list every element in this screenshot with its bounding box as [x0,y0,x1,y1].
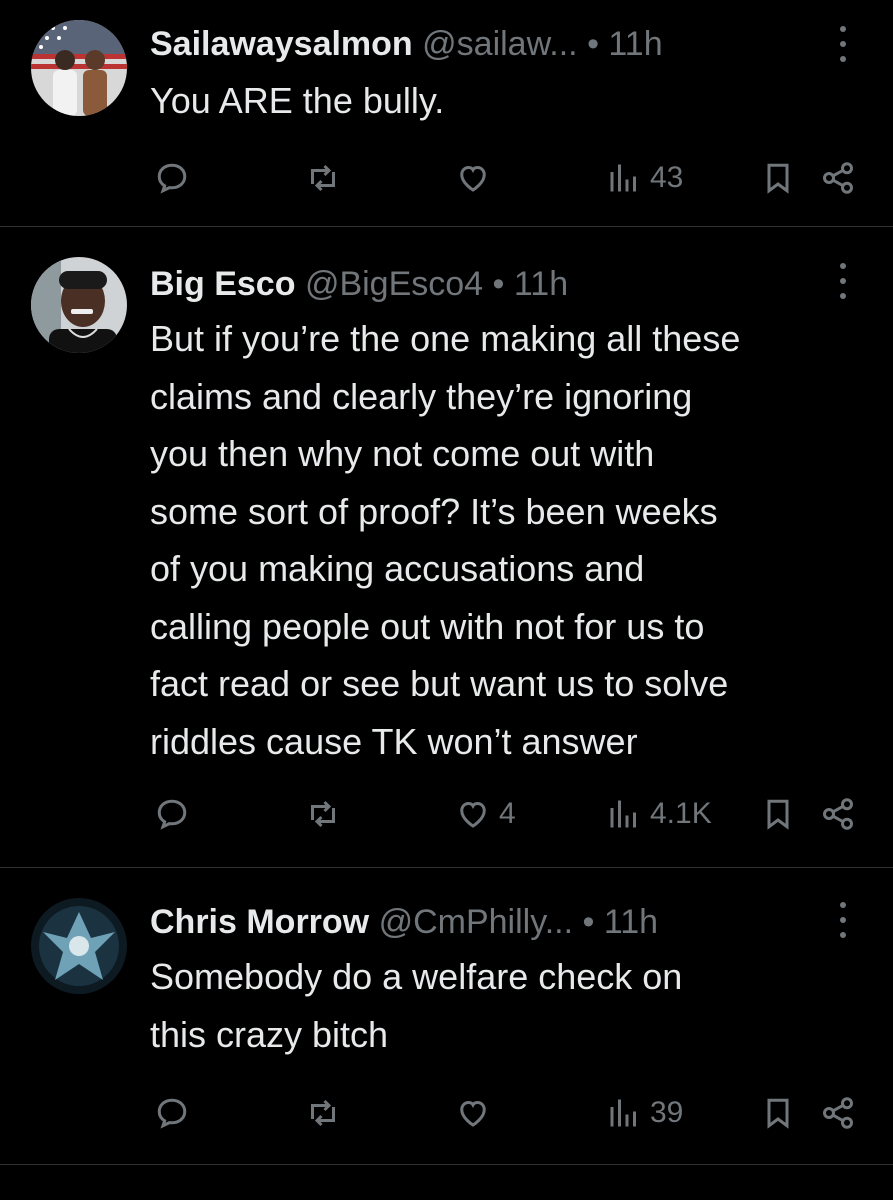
bookmark-icon [767,163,789,194]
bookmark-button[interactable] [760,789,796,839]
tweet-text-line: fact read or see but want us to solve [150,663,729,704]
avatar[interactable] [31,257,127,353]
views-icon [610,800,636,828]
views-icon [610,164,636,192]
timestamp[interactable]: 11h [604,903,658,941]
views-button[interactable]: 39 [606,1088,683,1138]
separator-dot: • [582,903,595,941]
repost-icon [311,164,335,192]
display-name[interactable]: Chris Morrow [150,903,369,941]
handle[interactable]: @CmPhilly... [379,903,573,941]
action-bar: 39 [0,1088,893,1138]
tweet-text-line: you then why not come out with [150,433,655,474]
bookmark-button[interactable] [760,153,796,203]
tweet-text-line: calling people out with not for us to [150,605,705,647]
like-button[interactable] [455,1088,499,1138]
repost-icon [311,1099,335,1127]
like-button[interactable]: 4 [455,789,516,839]
tweet-text-line: some sort of proof? It’s been weeks [150,490,718,532]
like-icon [460,165,486,192]
views-count: 4.1K [650,797,712,830]
share-button[interactable] [820,789,856,839]
repost-button[interactable] [305,789,349,839]
handle[interactable]: @BigEsco4 [305,265,483,303]
views-button[interactable]: 43 [606,153,683,203]
tweet-text-line: Somebody do a welfare check on [150,956,683,997]
views-button[interactable]: 4.1K [606,789,712,839]
share-icon [823,1097,853,1129]
repost-icon [311,800,335,828]
tweet-header: Chris Morrow @CmPhilly... • 11h [150,892,658,952]
more-options-icon[interactable] [833,24,853,64]
tweet[interactable]: Sailawaysalmon @sailaw... • 11h You ARE … [0,0,893,227]
avatar[interactable] [31,898,127,994]
avatar[interactable] [31,20,127,116]
display-name[interactable]: Big Esco [150,265,295,303]
share-button[interactable] [820,153,856,203]
more-options-icon[interactable] [833,900,853,940]
reply-icon [157,799,187,830]
repost-button[interactable] [305,153,349,203]
tweet-text-line: this crazy bitch [150,1013,389,1055]
like-count: 4 [499,797,516,830]
tweet-text-line: But if you’re the one making all these [150,318,741,359]
reply-button[interactable] [154,789,198,839]
tweet-text: You ARE the bully. [150,72,444,130]
bookmark-button[interactable] [760,1088,796,1138]
tweet[interactable]: Big Esco @BigEsco4 • 11h But if you’re t… [0,227,893,868]
handle[interactable]: @sailaw... [422,25,577,63]
repost-button[interactable] [305,1088,349,1138]
like-button[interactable] [455,153,499,203]
share-icon [823,162,853,194]
tweet[interactable]: Chris Morrow @CmPhilly... • 11h Somebody… [0,868,893,1165]
tweet-text-line: riddles cause TK won’t answer [150,720,638,762]
tweet-header: Big Esco @BigEsco4 • 11h [150,254,568,314]
display-name[interactable]: Sailawaysalmon [150,25,413,63]
tweet-text-line: You ARE the bully. [150,80,445,121]
reply-icon [157,1098,187,1129]
share-icon [823,798,853,830]
more-options-icon[interactable] [833,261,853,301]
separator-dot: • [587,25,599,63]
tweet-header: Sailawaysalmon @sailaw... • 11h [150,14,663,74]
reply-icon [157,163,187,194]
timestamp[interactable]: 11h [514,265,568,303]
views-count: 43 [650,161,684,194]
tweet-text: Somebody do a welfare check on this craz… [150,948,682,1063]
timestamp[interactable]: 11h [608,25,662,63]
views-icon [610,1099,636,1127]
tweet-text: But if you’re the one making all these c… [150,310,740,770]
bookmark-icon [767,799,789,830]
reply-button[interactable] [154,153,198,203]
action-bar: 4 4.1K [0,789,893,839]
tweet-text-line: of you making accusations and [150,548,645,589]
views-count: 39 [650,1096,684,1129]
share-button[interactable] [820,1088,856,1138]
separator-dot: • [492,265,505,303]
tweet-text-line: claims and clearly they’re ignoring [150,375,693,417]
bookmark-icon [767,1098,789,1129]
like-icon [460,801,486,828]
like-icon [460,1100,486,1127]
reply-button[interactable] [154,1088,198,1138]
action-bar: 43 [0,153,893,203]
